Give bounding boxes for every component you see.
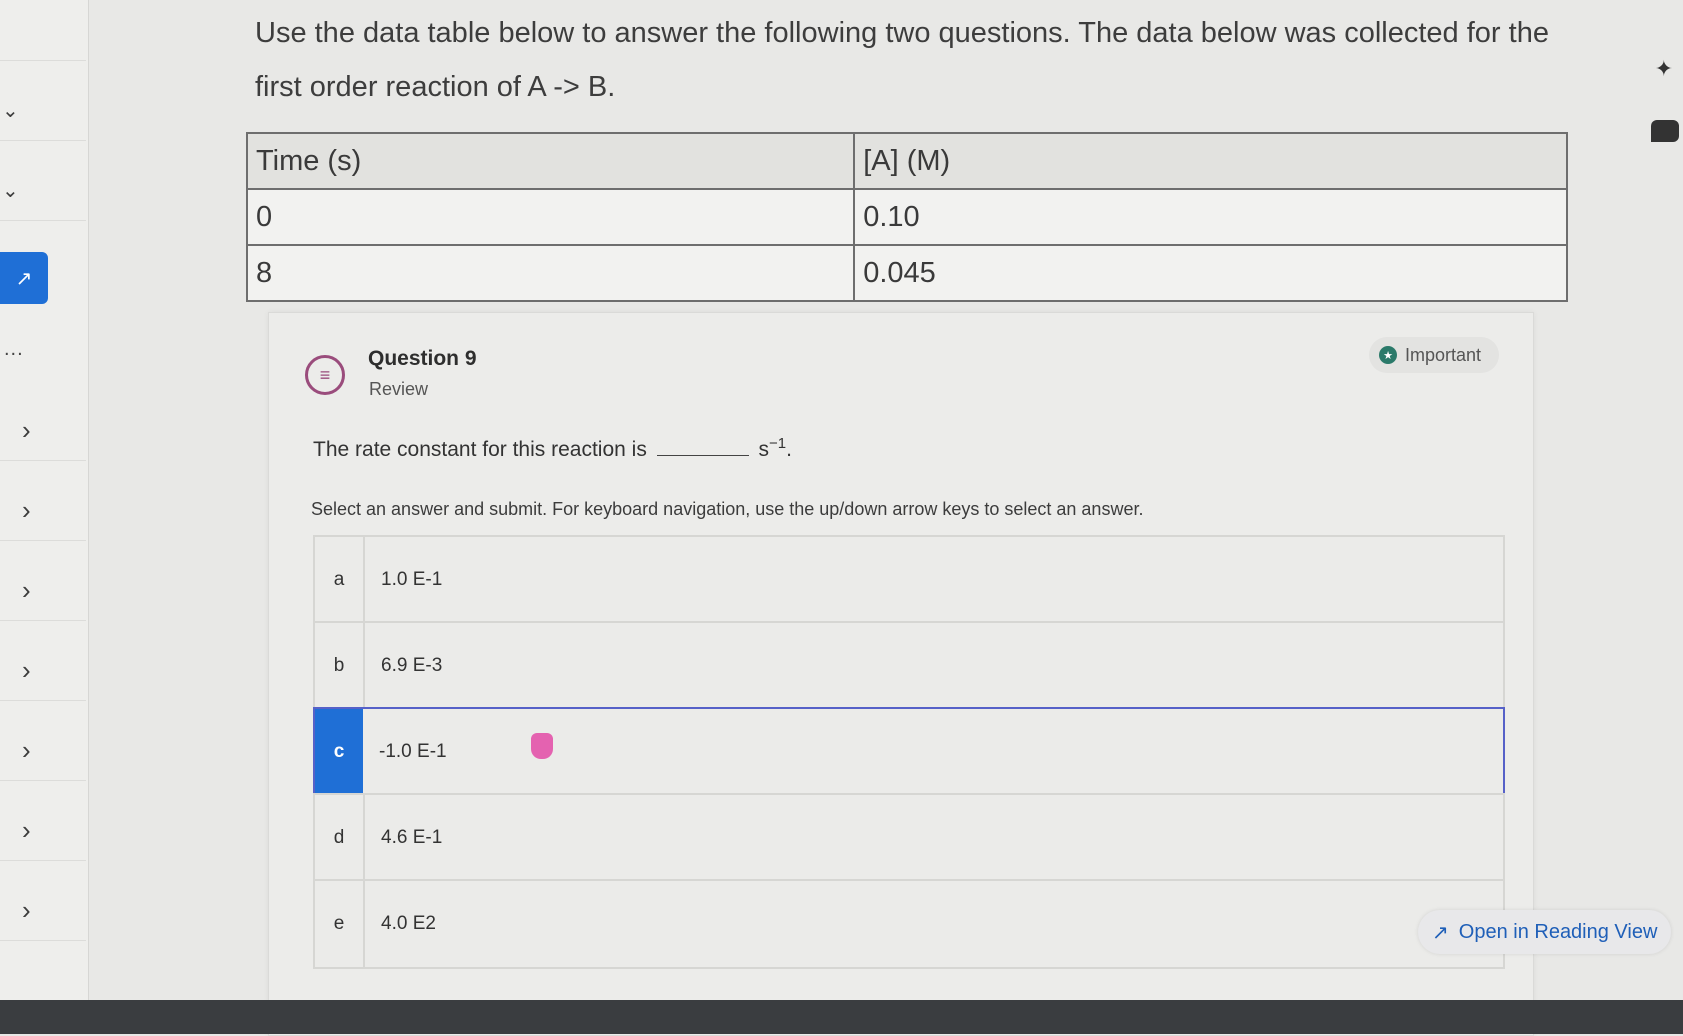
table-cell: 0.10 <box>853 188 1568 246</box>
answer-choice-a[interactable]: a 1.0 E-1 <box>313 535 1505 625</box>
stem-end: . <box>786 438 792 461</box>
open-reading-view-button[interactable]: ↗ Open in Reading View <box>1418 910 1672 954</box>
question-stem: The rate constant for this reaction is s… <box>313 435 792 462</box>
choice-text: 1.0 E-1 <box>381 569 443 590</box>
bottom-bar <box>0 1000 1683 1034</box>
comment-icon[interactable] <box>1651 120 1679 142</box>
table-cell: 8 <box>245 244 856 302</box>
chevron-right-icon: › <box>22 414 31 445</box>
rail-item[interactable] <box>0 0 86 61</box>
answer-choice-d[interactable]: d 4.6 E-1 <box>313 793 1505 883</box>
chevron-right-icon: › <box>22 574 31 605</box>
chevron-right-icon: › <box>22 894 31 925</box>
choice-letter: a <box>315 537 365 623</box>
rail-item-question[interactable]: › <box>0 880 86 941</box>
data-table: Time (s) [A] (M) 0 0.10 8 0.045 <box>245 132 1568 302</box>
table-row: 0 0.10 <box>245 188 1568 246</box>
choice-letter: c <box>315 709 363 795</box>
rail-item-question[interactable]: › <box>0 720 86 781</box>
table-header-row: Time (s) [A] (M) <box>245 132 1568 190</box>
table-cell: 0 <box>245 188 856 246</box>
right-toolbar: ✦ <box>1643 0 1683 1000</box>
rail-item-question[interactable]: › <box>0 640 86 701</box>
choice-text: 4.6 E-1 <box>381 827 443 848</box>
reading-view-label: Open in Reading View <box>1458 920 1658 943</box>
sparkle-icon[interactable]: ✦ <box>1655 56 1673 82</box>
answer-choice-e[interactable]: e 4.0 E2 <box>313 879 1505 969</box>
question-list-icon: ≡ <box>305 355 345 395</box>
table-cell: 0.045 <box>853 244 1568 302</box>
more-icon[interactable]: ... <box>4 338 24 361</box>
rail-item-question[interactable]: › <box>0 560 86 621</box>
rail-item-collapse[interactable]: ⌄ <box>0 80 86 141</box>
stem-text: The rate constant for this reaction is <box>313 438 647 461</box>
star-icon: ★ <box>1379 346 1397 364</box>
hand-cursor-icon <box>531 733 553 759</box>
answer-choice-b[interactable]: b 6.9 E-3 <box>313 621 1505 711</box>
choice-text: 6.9 E-3 <box>381 655 443 676</box>
choice-letter: d <box>315 795 365 881</box>
stem-unit-exponent: −1 <box>769 435 787 452</box>
answer-choice-c[interactable]: c -1.0 E-1 <box>313 707 1505 797</box>
intro-line-1: Use the data table below to answer the f… <box>255 17 1549 49</box>
answer-blank <box>656 455 749 456</box>
answer-instructions: Select an answer and submit. For keyboar… <box>311 499 1144 519</box>
rail-item-question[interactable]: › <box>0 400 86 461</box>
rail-item-question[interactable]: › <box>0 800 86 861</box>
chevron-right-icon: › <box>22 814 31 845</box>
chevron-down-icon: ⌄ <box>2 179 19 202</box>
intro-line-2: first order reaction of A -> B. <box>255 71 616 103</box>
table-header: [A] (M) <box>853 132 1568 190</box>
table-header: Time (s) <box>245 132 856 190</box>
chevron-right-icon: › <box>22 734 31 765</box>
chevron-right-icon: › <box>22 494 31 525</box>
question-card: ≡ Question 9 Review ★ Important The rate… <box>268 312 1534 1036</box>
choice-letter: b <box>315 623 365 709</box>
rail-item-question[interactable]: › <box>0 480 86 541</box>
expand-arrows-icon[interactable]: ↗ <box>0 252 48 304</box>
question-intro: Use the data table below to answer the f… <box>255 6 1555 114</box>
choice-letter: e <box>315 881 365 967</box>
question-title: Question 9 <box>368 347 477 370</box>
important-label: Important <box>1405 344 1482 365</box>
left-rail: ⌄ ⌄ ↗ ... › › › › › › › <box>0 0 89 1000</box>
stem-unit: s <box>758 438 770 461</box>
table-row: 8 0.045 <box>245 244 1568 302</box>
question-subtitle: Review <box>369 379 429 399</box>
choice-text: 4.0 E2 <box>381 913 436 934</box>
expand-arrows-icon: ↗ <box>1432 921 1449 944</box>
chevron-down-icon: ⌄ <box>2 99 19 122</box>
choice-text: -1.0 E-1 <box>379 741 447 762</box>
chevron-right-icon: › <box>22 654 31 685</box>
rail-item-collapse[interactable]: ⌄ <box>0 160 86 221</box>
important-toggle[interactable]: ★ Important <box>1369 337 1500 373</box>
